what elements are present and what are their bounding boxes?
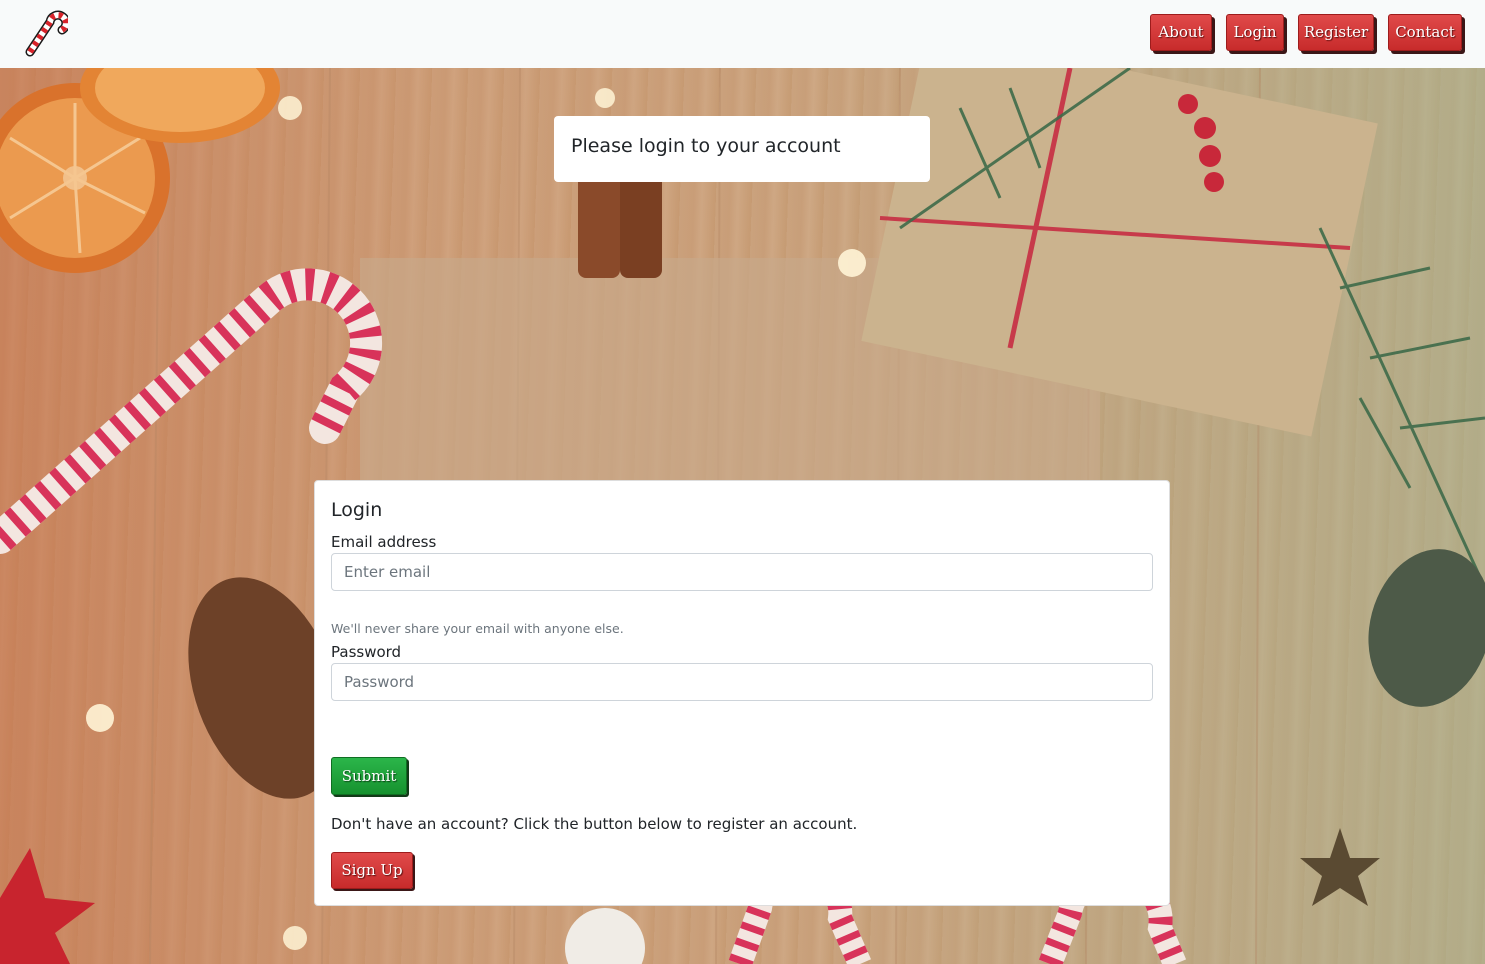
nav-login-button[interactable]: Login (1226, 14, 1284, 51)
register-prompt-text: Don't have an account? Click the button … (331, 815, 858, 833)
login-prompt-card: Please login to your account (554, 116, 930, 182)
top-navbar: About Login Register Contact (0, 0, 1485, 68)
password-label: Password (331, 643, 402, 661)
email-help-text: We'll never share your email with anyone… (331, 621, 624, 636)
nav-about-button[interactable]: About (1150, 14, 1212, 51)
login-card: Login Email address We'll never share yo… (314, 480, 1170, 906)
submit-button[interactable]: Submit (331, 757, 407, 795)
sign-up-button[interactable]: Sign Up (331, 852, 413, 889)
email-input[interactable] (331, 553, 1153, 591)
nav-contact-button[interactable]: Contact (1388, 14, 1462, 51)
login-prompt-heading: Please login to your account (571, 135, 841, 157)
nav-register-button[interactable]: Register (1298, 14, 1374, 51)
email-label: Email address (331, 533, 437, 551)
login-title: Login (331, 499, 383, 521)
password-input[interactable] (331, 663, 1153, 701)
candy-cane-icon[interactable] (24, 8, 68, 58)
